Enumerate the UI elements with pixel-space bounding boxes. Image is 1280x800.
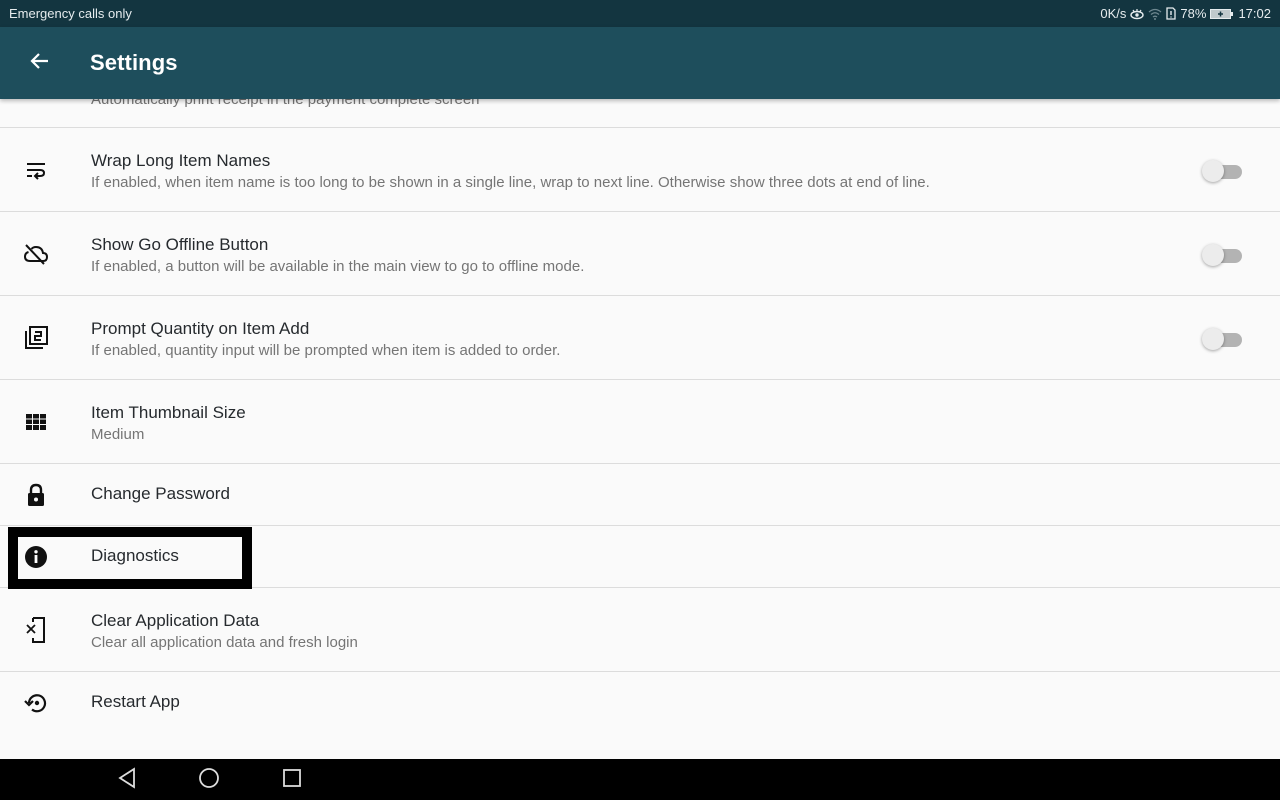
setting-title: Prompt Quantity on Item Add — [91, 319, 310, 338]
sim-icon — [1166, 7, 1177, 20]
show-go-offline-button-toggle[interactable] — [1202, 243, 1242, 267]
status-bar: Emergency calls only 0K/s 78% 17:02 — [0, 0, 1280, 27]
battery-percent: 78% — [1180, 6, 1207, 21]
setting-subtitle: If enabled, when item name is too long t… — [91, 174, 930, 191]
settings-item-diagnostics[interactable]: Diagnostics — [0, 526, 1280, 588]
settings-item-change-password[interactable]: Change Password — [0, 464, 1280, 526]
switch-thumb — [1202, 160, 1224, 182]
setting-subtitle: If enabled, quantity input will be promp… — [91, 342, 561, 359]
battery-charging-icon — [1210, 8, 1234, 20]
setting-subtitle: Clear all application data and fresh log… — [91, 634, 358, 651]
setting-title: Item Thumbnail Size — [91, 403, 246, 422]
filter-2-icon — [22, 324, 50, 352]
back-button[interactable] — [20, 43, 60, 83]
setting-title: Restart App — [91, 692, 180, 711]
setting-title: Diagnostics — [91, 546, 179, 565]
network-speed: 0K/s — [1100, 6, 1127, 21]
phone-clear-icon — [22, 616, 50, 644]
setting-title: Wrap Long Item Names — [91, 151, 271, 170]
info-icon — [22, 543, 50, 571]
setting-title: Change Password — [91, 484, 230, 503]
settings-item-prompt-quantity[interactable]: Prompt Quantity on Item Add If enabled, … — [0, 296, 1280, 380]
nav-home-button[interactable] — [196, 767, 222, 793]
setting-title: Clear Application Data — [91, 611, 260, 630]
app-bar: Settings — [0, 27, 1280, 99]
settings-item-thumbnail-size[interactable]: Item Thumbnail Size Medium — [0, 380, 1280, 464]
setting-subtitle: If enabled, a button will be available i… — [91, 258, 585, 275]
settings-item-restart-app[interactable]: Restart App — [0, 672, 1280, 738]
recents-square-icon — [282, 768, 302, 793]
wifi-icon — [1148, 8, 1162, 20]
arrow-left-icon — [30, 52, 50, 75]
system-nav-bar — [0, 759, 1280, 800]
settings-item-auto-print-partial[interactable]: Automatically print receipt in the payme… — [0, 99, 1280, 128]
carrier-text: Emergency calls only — [9, 6, 132, 21]
wrap-long-item-names-toggle[interactable] — [1202, 159, 1242, 183]
setting-value: Medium — [91, 426, 145, 443]
page-title: Settings — [90, 50, 178, 75]
clock: 17:02 — [1238, 6, 1271, 21]
eye-comfort-icon — [1130, 8, 1145, 20]
cloud-off-icon — [22, 240, 50, 268]
wrap-text-icon — [22, 156, 50, 184]
grid-icon — [22, 408, 50, 436]
settings-item-show-go-offline-button[interactable]: Show Go Offline Button If enabled, a but… — [0, 212, 1280, 296]
status-icons: 0K/s 78% 17:02 — [1100, 6, 1271, 21]
back-triangle-icon — [117, 766, 137, 794]
nav-recents-button[interactable] — [279, 767, 305, 793]
restart-icon — [22, 689, 50, 717]
home-circle-icon — [198, 767, 220, 794]
switch-thumb — [1202, 244, 1224, 266]
setting-subtitle: Automatically print receipt in the payme… — [91, 99, 480, 108]
settings-item-wrap-long-item-names[interactable]: Wrap Long Item Names If enabled, when it… — [0, 128, 1280, 212]
settings-item-clear-application-data[interactable]: Clear Application Data Clear all applica… — [0, 588, 1280, 672]
prompt-quantity-toggle[interactable] — [1202, 327, 1242, 351]
nav-back-button[interactable] — [114, 766, 140, 794]
lock-icon — [22, 481, 50, 509]
switch-thumb — [1202, 328, 1224, 350]
settings-list[interactable]: Automatically print receipt in the payme… — [0, 99, 1280, 759]
setting-title: Show Go Offline Button — [91, 235, 269, 254]
